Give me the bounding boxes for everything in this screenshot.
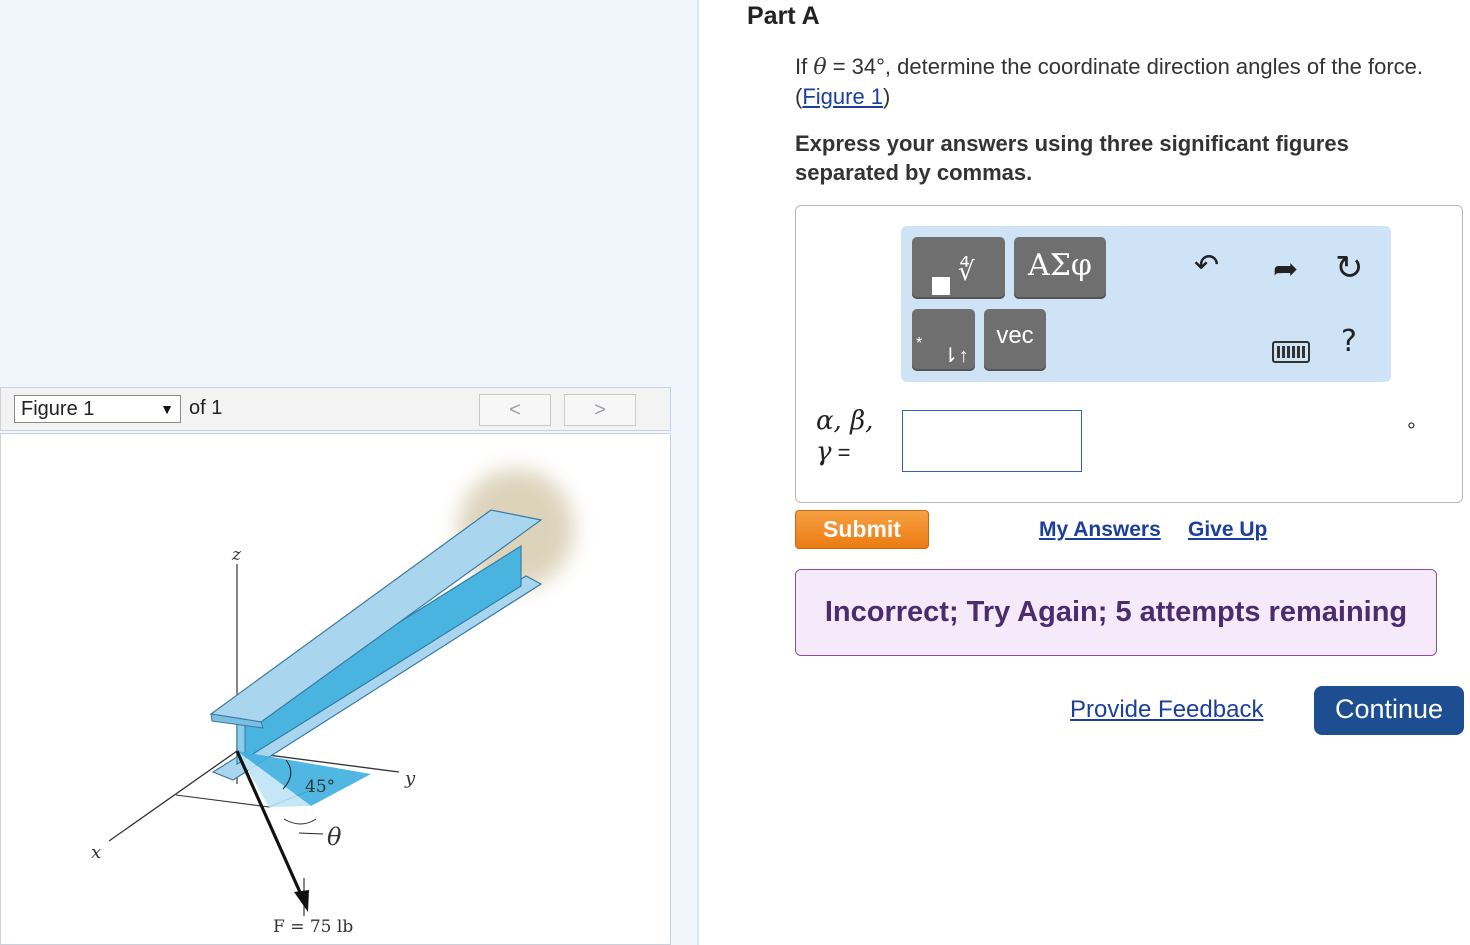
beam-web xyxy=(236,544,522,766)
theta-pointer xyxy=(298,832,324,835)
provide-feedback-link[interactable]: Provide Feedback xyxy=(1070,696,1263,724)
answer-label-line2: γ = xyxy=(816,437,873,468)
next-figure-button[interactable]: > xyxy=(564,394,636,426)
submit-button[interactable]: Submit xyxy=(795,510,929,549)
undo-icon[interactable]: ↶ xyxy=(1194,248,1219,283)
z-axis-label: z xyxy=(231,545,242,565)
continue-button[interactable]: Continue xyxy=(1314,686,1464,735)
answer-instructions: Express your answers using three signifi… xyxy=(795,131,1349,185)
multiply-icon: * xyxy=(916,335,923,352)
y-axis-label: y xyxy=(404,768,416,789)
redo-icon[interactable]: ➦ xyxy=(1273,252,1298,287)
answer-box: ∜ ΑΣφ * ⇂↑ vec ↶ ➦ ↻ ? α, β, γ = ° xyxy=(795,205,1463,503)
answer-input[interactable] xyxy=(902,410,1082,472)
theta-arc xyxy=(283,818,317,825)
dropdown-arrow-icon: ▼ xyxy=(160,401,174,417)
x-axis-line xyxy=(108,750,238,842)
give-up-link[interactable]: Give Up xyxy=(1188,518,1267,542)
gamma-symbol: γ xyxy=(816,437,832,467)
answer-label: α, β, γ = xyxy=(816,406,873,468)
question-prefix: If xyxy=(795,54,814,79)
subscript-superscript-button[interactable]: * ⇂↑ xyxy=(912,309,975,371)
figure-select[interactable]: Figure 1 ▼ xyxy=(14,395,181,423)
my-answers-link[interactable]: My Answers xyxy=(1039,518,1161,542)
previous-figure-button[interactable]: < xyxy=(479,394,551,426)
greek-symbols-button[interactable]: ΑΣφ xyxy=(1014,237,1106,299)
equals-sign: = xyxy=(831,440,851,465)
beam-force-diagram: z y x 45° θ F = 75 lb xyxy=(91,469,574,937)
reset-icon[interactable]: ↻ xyxy=(1335,248,1364,288)
figure-select-value: Figure 1 xyxy=(21,398,95,420)
keyboard-keys xyxy=(1277,346,1305,358)
vec-button[interactable]: vec xyxy=(984,309,1046,371)
question-text: If θ = 34°, determine the coordinate dir… xyxy=(795,52,1445,111)
templates-button[interactable]: ∜ xyxy=(912,237,1005,299)
template-square-icon xyxy=(932,277,950,295)
pane-divider[interactable] xyxy=(697,0,699,945)
figure-panel: z y x 45° θ F = 75 lb xyxy=(0,433,671,945)
sub-sup-arrows-icon: ⇂↑ xyxy=(942,345,969,367)
figure-link[interactable]: Figure 1 xyxy=(802,84,883,109)
angle-45-label: 45° xyxy=(305,777,335,797)
x-axis-label: x xyxy=(91,842,101,863)
keyboard-icon[interactable] xyxy=(1272,341,1310,363)
part-title: Part A xyxy=(747,2,820,30)
force-label: F = 75 lb xyxy=(273,917,353,937)
theta-label: θ xyxy=(327,823,342,851)
equation-toolbar: ∜ ΑΣφ * ⇂↑ vec ↶ ➦ ↻ ? xyxy=(901,226,1391,382)
projection-line xyxy=(175,794,270,808)
degree-unit: ° xyxy=(1407,418,1416,443)
figure-toolbar: Figure 1 ▼ of 1 < > xyxy=(0,387,671,431)
force-arrowhead xyxy=(294,890,309,912)
radical-icon: ∜ xyxy=(958,257,975,287)
help-icon[interactable]: ? xyxy=(1341,324,1357,359)
answer-label-line1: α, β, xyxy=(816,406,874,436)
incorrect-feedback-message: Incorrect; Try Again; 5 attempts remaini… xyxy=(795,569,1437,656)
question-suffix: ) xyxy=(883,84,891,109)
figure-count: of 1 xyxy=(189,397,223,419)
theta-symbol: θ xyxy=(813,55,827,80)
